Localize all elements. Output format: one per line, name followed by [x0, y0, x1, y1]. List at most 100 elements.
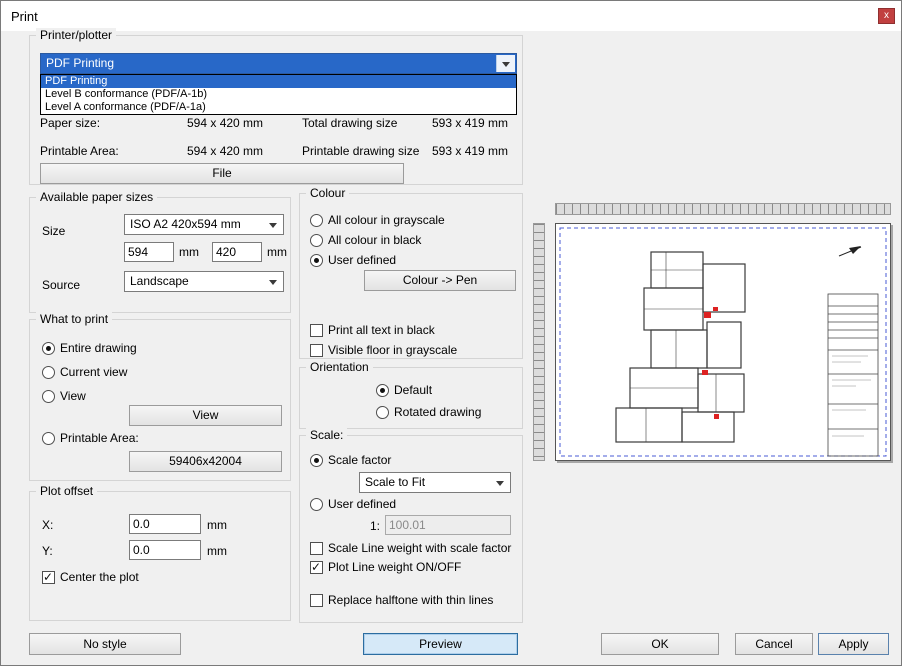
- scale-fit-select[interactable]: Scale to Fit: [359, 472, 511, 493]
- radio-icon: [42, 342, 55, 355]
- checkbox-label: Center the plot: [60, 570, 139, 584]
- radio-orientation-default[interactable]: Default: [376, 383, 432, 397]
- paper-size-select[interactable]: ISO A2 420x594 mm: [124, 214, 284, 235]
- checkbox-center-plot[interactable]: Center the plot: [42, 570, 139, 584]
- printable-area-size-button[interactable]: 59406x42004: [129, 451, 282, 472]
- paper-sizes-group: Available paper sizes Size ISO A2 420x59…: [29, 197, 291, 313]
- colour-to-pen-button[interactable]: Colour -> Pen: [364, 270, 516, 291]
- printer-group-label: Printer/plotter: [36, 28, 116, 42]
- checkbox-icon: [310, 542, 323, 555]
- radio-icon: [310, 454, 323, 467]
- chevron-down-icon: [269, 280, 277, 285]
- radio-label: Entire drawing: [60, 341, 137, 355]
- plot-offset-group-label: Plot offset: [36, 484, 97, 498]
- radio-entire-drawing[interactable]: Entire drawing: [42, 341, 137, 355]
- chevron-down-icon: [496, 481, 504, 486]
- radio-all-colour-grayscale[interactable]: All colour in grayscale: [310, 213, 445, 227]
- print-preview: [529, 197, 899, 469]
- offset-x-unit: mm: [207, 518, 227, 532]
- total-drawing-label: Total drawing size: [302, 116, 397, 130]
- printer-select[interactable]: PDF Printing: [40, 53, 517, 74]
- checkbox-label: Print all text in black: [328, 323, 435, 337]
- orientation-group-label: Orientation: [306, 360, 373, 374]
- radio-icon: [310, 254, 323, 267]
- radio-label: All colour in grayscale: [328, 213, 445, 227]
- preview-drawing: [556, 224, 890, 460]
- checkbox-label: Visible floor in grayscale: [328, 343, 457, 357]
- paper-height-unit: mm: [267, 245, 287, 259]
- view-button[interactable]: View: [129, 405, 282, 426]
- horizontal-ruler: [555, 203, 891, 215]
- plot-offset-group: Plot offset X: mm Y: mm Center the plot: [29, 491, 291, 621]
- preview-button[interactable]: Preview: [363, 633, 518, 655]
- offset-y-input[interactable]: [129, 540, 201, 560]
- radio-icon: [42, 390, 55, 403]
- radio-user-defined-colour[interactable]: User defined: [310, 253, 396, 267]
- radio-scale-user-defined[interactable]: User defined: [310, 497, 396, 511]
- printable-area-value: 594 x 420 mm: [187, 144, 263, 158]
- what-to-print-group: What to print Entire drawing Current vie…: [29, 319, 291, 481]
- checkbox-icon: [310, 561, 323, 574]
- checkbox-plot-line-weight[interactable]: Plot Line weight ON/OFF: [310, 560, 461, 574]
- window-title: Print: [11, 9, 38, 24]
- no-style-button[interactable]: No style: [29, 633, 181, 655]
- printable-drawing-label: Printable drawing size: [302, 144, 419, 158]
- paper-size-value: 594 x 420 mm: [187, 116, 263, 130]
- checkbox-scale-line-weight[interactable]: Scale Line weight with scale factor: [310, 541, 511, 555]
- scale-group: Scale: Scale factor Scale to Fit User de…: [299, 435, 523, 623]
- radio-label: View: [60, 389, 86, 403]
- cancel-button[interactable]: Cancel: [735, 633, 813, 655]
- scale-ratio-input[interactable]: [385, 515, 511, 535]
- radio-rotated-drawing[interactable]: Rotated drawing: [376, 405, 481, 419]
- chevron-down-icon[interactable]: [496, 55, 515, 72]
- dropdown-option-level-a[interactable]: Level A conformance (PDF/A-1a): [41, 101, 516, 114]
- checkbox-text-black[interactable]: Print all text in black: [310, 323, 435, 337]
- offset-x-input[interactable]: [129, 514, 201, 534]
- close-icon[interactable]: [878, 8, 895, 24]
- offset-y-unit: mm: [207, 544, 227, 558]
- checkbox-label: Plot Line weight ON/OFF: [328, 560, 461, 574]
- paper-height-input[interactable]: [212, 242, 262, 262]
- radio-printable-area[interactable]: Printable Area:: [42, 431, 139, 445]
- printer-dropdown-list: PDF Printing Level B conformance (PDF/A-…: [40, 74, 517, 115]
- radio-current-view[interactable]: Current view: [42, 365, 127, 379]
- floorplan: [616, 252, 745, 442]
- dropdown-option-pdf-printing[interactable]: PDF Printing: [41, 75, 516, 88]
- paper-width-unit: mm: [179, 245, 199, 259]
- checkbox-floor-grayscale[interactable]: Visible floor in grayscale: [310, 343, 457, 357]
- scale-ratio-label: 1:: [370, 519, 380, 533]
- red-marks: [702, 307, 719, 419]
- radio-icon: [310, 498, 323, 511]
- printable-drawing-value: 593 x 419 mm: [432, 144, 508, 158]
- printer-select-value: PDF Printing: [46, 56, 114, 70]
- checkbox-replace-halftone[interactable]: Replace halftone with thin lines: [310, 593, 493, 607]
- checkbox-label: Replace halftone with thin lines: [328, 593, 493, 607]
- checkbox-icon: [310, 594, 323, 607]
- radio-label: User defined: [328, 253, 396, 267]
- radio-label: Printable Area:: [60, 431, 139, 445]
- radio-label: Default: [394, 383, 432, 397]
- file-button[interactable]: File: [40, 163, 404, 184]
- radio-view[interactable]: View: [42, 389, 86, 403]
- radio-label: Scale factor: [328, 453, 391, 467]
- checkbox-icon: [42, 571, 55, 584]
- size-label: Size: [42, 224, 65, 238]
- total-drawing-value: 593 x 419 mm: [432, 116, 508, 130]
- vertical-ruler: [533, 223, 545, 461]
- radio-icon: [310, 234, 323, 247]
- paper-width-input[interactable]: [124, 242, 174, 262]
- titlebar: Print: [1, 1, 901, 31]
- checkbox-label: Scale Line weight with scale factor: [328, 541, 511, 555]
- print-dialog: Print Printer/plotter PDF Printing PDF P…: [0, 0, 902, 666]
- source-label: Source: [42, 278, 80, 292]
- ok-button[interactable]: OK: [601, 633, 719, 655]
- radio-label: User defined: [328, 497, 396, 511]
- preview-paper: [555, 223, 891, 461]
- colour-group-label: Colour: [306, 186, 349, 200]
- radio-all-colour-black[interactable]: All colour in black: [310, 233, 421, 247]
- radio-icon: [376, 384, 389, 397]
- radio-scale-factor[interactable]: Scale factor: [310, 453, 391, 467]
- source-select[interactable]: Landscape: [124, 271, 284, 292]
- apply-button[interactable]: Apply: [818, 633, 889, 655]
- dropdown-option-level-b[interactable]: Level B conformance (PDF/A-1b): [41, 88, 516, 101]
